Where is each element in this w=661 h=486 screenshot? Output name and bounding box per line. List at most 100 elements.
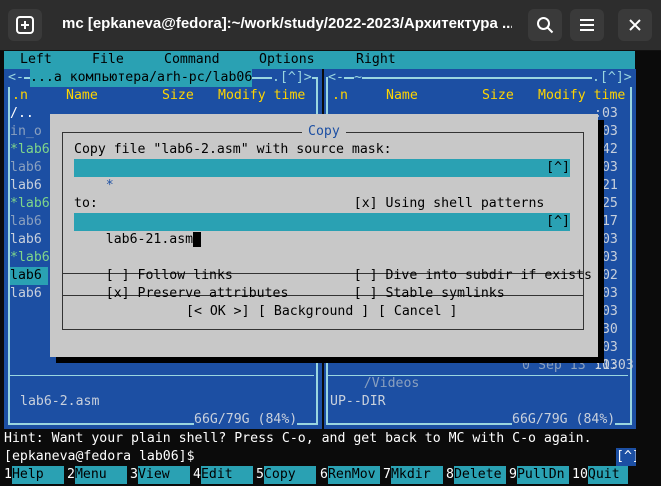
left-disk-usage: 66G/79G (84%)	[194, 411, 298, 429]
fkey-view[interactable]: 3View	[130, 466, 190, 484]
left-file-row[interactable]: /..	[10, 105, 48, 123]
fkey-number: 9	[509, 467, 517, 482]
right-status: UP--DIR	[330, 394, 386, 409]
menu-command[interactable]: Command	[164, 51, 220, 69]
shell-patterns-label: Using shell patterns	[385, 196, 545, 211]
fkey-copy[interactable]: 5Copy	[256, 466, 316, 484]
right-panel-separator	[326, 375, 628, 376]
fkey-renmov[interactable]: 6RenMov	[320, 466, 380, 484]
fkey-label: Menu	[74, 466, 127, 484]
destination-input[interactable]: lab6-21.asm_ [^]	[74, 213, 570, 247]
background-button[interactable]: [ Background ]	[258, 303, 369, 321]
left-col-mtime[interactable]: Modify time	[218, 87, 305, 105]
fkey-number: 7	[383, 467, 391, 482]
hamburger-icon	[580, 19, 594, 31]
left-file-row[interactable]: *lab6	[10, 249, 50, 267]
right-panel-corner[interactable]: .[^]>	[592, 69, 632, 87]
source-mask-label: Copy file "lab6-2.asm" with source mask:	[74, 142, 392, 157]
to-label: to:	[74, 196, 98, 211]
right-col-size[interactable]: Size	[482, 87, 514, 105]
fkey-mkdir[interactable]: 7Mkdir	[383, 466, 443, 484]
left-panel-prefix: <-	[8, 69, 24, 87]
ok-button[interactable]: [< OK >]	[186, 303, 250, 321]
search-button[interactable]	[528, 9, 562, 41]
destination-history-button[interactable]: [^]	[546, 213, 570, 231]
window-title: mc [epkaneva@fedora]:~/work/study/2022-2…	[62, 15, 512, 32]
left-file-row[interactable]: lab6	[10, 213, 48, 231]
menu-options[interactable]: Options	[259, 51, 315, 69]
terminal-scrollbar[interactable]	[636, 51, 658, 486]
fkey-number: 3	[130, 467, 138, 482]
right-disk-usage: 66G/79G (84%)	[512, 411, 616, 429]
fkey-number: 5	[256, 467, 264, 482]
destination-value: lab6-21.asm	[105, 232, 194, 247]
fkey-quit[interactable]: 10Quit	[572, 466, 628, 484]
fkey-number: 4	[193, 467, 201, 482]
left-file-row[interactable]: *lab6	[10, 141, 50, 159]
plus-square-icon	[16, 16, 34, 34]
right-row-videos-date: Sep 13	[538, 358, 586, 373]
fkey-label: View	[137, 466, 190, 484]
fkey-label: Mkdir	[390, 466, 443, 484]
preserve-attributes-mark: [x]	[105, 286, 130, 301]
fkey-number: 10	[572, 467, 588, 482]
stable-symlinks-mark: [ ]	[353, 286, 378, 301]
hint-line: Hint: Want your plain shell? Press C-o, …	[4, 430, 635, 448]
close-button[interactable]	[618, 9, 652, 41]
fkey-number: 6	[320, 467, 328, 482]
fkey-label: Delete	[453, 466, 506, 484]
left-col-size[interactable]: Size	[162, 87, 194, 105]
source-mask-input[interactable]: * [^]	[74, 159, 570, 193]
left-col-n[interactable]: .n	[12, 87, 28, 105]
right-row-videos-size: 0	[522, 358, 530, 373]
left-col-name[interactable]: Name	[66, 87, 98, 105]
left-panel-path[interactable]: ...а компьютера/arh-pc/lab06	[30, 69, 253, 87]
fkey-edit[interactable]: 4Edit	[193, 466, 253, 484]
close-icon	[629, 19, 641, 31]
menu-right[interactable]: Right	[356, 51, 396, 69]
fkey-help[interactable]: 1Help	[4, 466, 64, 484]
right-col-n[interactable]: .n	[332, 87, 348, 105]
new-tab-button[interactable]	[8, 9, 42, 41]
left-file-row[interactable]: lab6	[10, 267, 48, 285]
text-cursor: _	[193, 232, 202, 247]
left-panel-corner[interactable]: .[^]>	[272, 69, 312, 87]
source-mask-value: *	[105, 178, 114, 193]
preserve-attributes-checkbox[interactable]: [x] Preserve attributes	[74, 267, 289, 321]
fkey-pulldn[interactable]: 9PullDn	[509, 466, 569, 484]
source-history-button[interactable]: [^]	[546, 159, 570, 177]
right-row-videos-name: /Videos	[363, 376, 420, 391]
fkey-label: RenMov	[327, 466, 380, 484]
fkey-menu[interactable]: 2Menu	[67, 466, 127, 484]
menu-left[interactable]: Left	[20, 51, 52, 69]
right-row-videos-time: 11:03	[594, 358, 634, 373]
left-file-row[interactable]: lab6	[10, 231, 48, 249]
cancel-button[interactable]: [ Cancel ]	[378, 303, 457, 321]
left-file-row[interactable]: lab6	[10, 177, 48, 195]
fkey-number: 2	[67, 467, 75, 482]
left-file-row[interactable]: lab6	[10, 159, 48, 177]
mc-menubar: Left File Command Options Right	[4, 51, 635, 69]
right-panel-path[interactable]: ~	[354, 69, 362, 87]
left-file-row[interactable]: in_o	[10, 123, 48, 141]
stable-symlinks-label: Stable symlinks	[385, 286, 505, 301]
fkey-number: 8	[446, 467, 454, 482]
left-file-row[interactable]: *lab6	[10, 195, 50, 213]
fkey-number: 1	[4, 467, 12, 482]
shell-patterns-mark: [x]	[353, 196, 378, 211]
function-key-bar: 1Help 2Menu 3View 4Edit 5Copy 6RenMov 7Mkdir 8D…	[4, 466, 635, 484]
shell-prompt[interactable]: [epkaneva@fedora lab06]$	[4, 448, 635, 466]
fkey-label: Edit	[200, 466, 253, 484]
left-file-row[interactable]: lab6	[10, 285, 48, 303]
fkey-delete[interactable]: 8Delete	[446, 466, 506, 484]
dialog-title: Copy	[302, 123, 346, 141]
right-col-mtime[interactable]: Modify time	[538, 87, 625, 105]
fkey-label: Quit	[587, 466, 628, 484]
right-panel-prefix: <-	[328, 69, 344, 87]
menu-file[interactable]: File	[92, 51, 124, 69]
main-menu-button[interactable]	[570, 9, 604, 41]
copy-dialog: Copy Copy file "lab6-2.asm" with source …	[50, 114, 598, 357]
window-titlebar: mc [epkaneva@fedora]:~/work/study/2022-2…	[0, 0, 661, 51]
fkey-label: PullDn	[516, 466, 569, 484]
right-col-name[interactable]: Name	[386, 87, 418, 105]
